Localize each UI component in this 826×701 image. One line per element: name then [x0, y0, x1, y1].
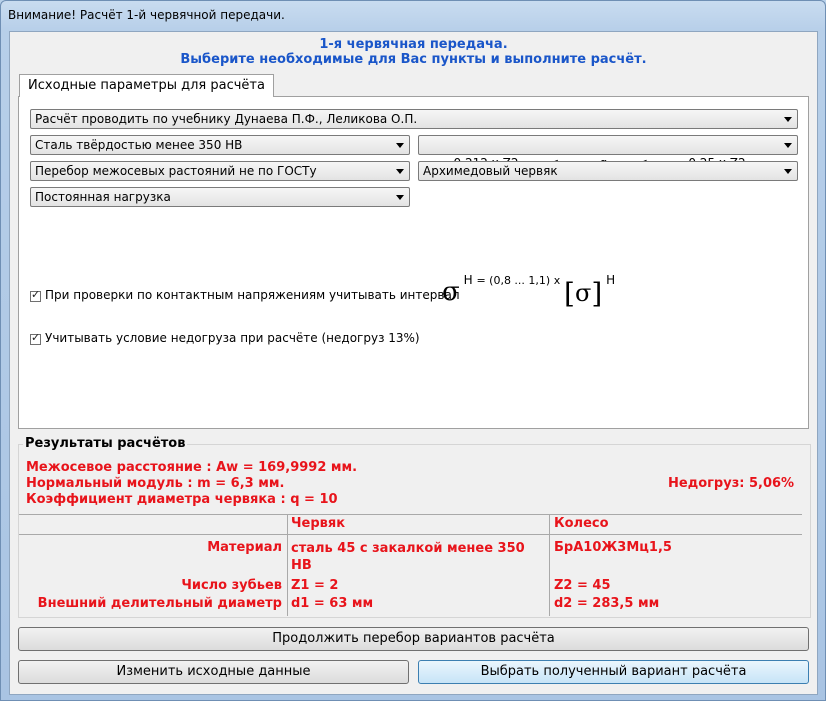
continue-search-button[interactable]: Продолжить перебор вариантов расчёта — [18, 627, 809, 651]
worm-material-value: сталь 45 с закалкой менее 350 НВ — [291, 541, 525, 573]
stress-formula: σ H = (0,8 ... 1,1) x [σ] H — [442, 273, 615, 310]
results-panel: Межосевое расстояние : Aw = 169,9992 мм.… — [18, 444, 811, 618]
header-instruction: Выберите необходимые для Вас пункты и вы… — [180, 52, 647, 67]
table-column-divider — [287, 514, 288, 616]
title-bar[interactable]: Внимание! Расчёт 1-й червячной передачи. — [1, 1, 825, 31]
worm-type-select[interactable]: Архимедовый червяк — [418, 161, 798, 181]
dialog-client-area: 1-я червячная передача. Выберите необход… — [9, 31, 818, 695]
tab-input-parameters[interactable]: Исходные параметры для расчёта — [19, 74, 274, 97]
center-distance-select-value: Перебор межосевых растояний не по ГОСТу — [35, 164, 317, 178]
formula-sigma: σ — [442, 277, 460, 307]
contact-stress-checkbox[interactable]: ✓ — [30, 288, 41, 302]
column-header-wheel: Колесо — [554, 516, 609, 531]
worm-teeth-value: Z1 = 2 — [291, 578, 339, 593]
chevron-down-icon — [396, 169, 404, 174]
center-distance-select[interactable]: Перебор межосевых растояний не по ГОСТу — [30, 161, 410, 181]
chevron-down-icon — [784, 143, 792, 148]
textbook-select[interactable]: Расчёт проводить по учебнику Дунаева П.Ф… — [30, 109, 798, 129]
steel-hardness-select-value: Сталь твёрдостью менее 350 НВ — [35, 138, 243, 152]
row-label-material: Материал — [207, 540, 282, 555]
load-type-select-value: Постоянная нагрузка — [35, 190, 171, 204]
wheel-material-value: БрА10Ж3Мц1,5 — [554, 540, 672, 555]
select-variant-button[interactable]: Выбрать полученный вариант расчёта — [418, 660, 809, 684]
contact-stress-label: При проверки по контактным напряжениям у… — [45, 288, 460, 302]
worm-type-select-value: Архимедовый червяк — [423, 164, 558, 178]
table-column-divider — [549, 514, 550, 616]
worm-diameter-value: d1 = 63 мм — [291, 596, 374, 611]
chevron-down-icon — [396, 195, 404, 200]
formula-bracket-sigma: σ — [574, 279, 592, 307]
normal-module-result: Нормальный модуль : m = 6,3 мм. — [26, 476, 285, 491]
q-range-select[interactable]: 0,212 x Z2 <= q <= 0,25 x Z2 — [418, 135, 798, 170]
check-icon: ✓ — [31, 288, 41, 301]
chevron-down-icon — [784, 117, 792, 122]
input-parameters-panel: Расчёт проводить по учебнику Дунаева П.Ф… — [18, 96, 809, 429]
table-divider — [19, 514, 802, 515]
chevron-down-icon — [396, 143, 404, 148]
chevron-down-icon — [784, 169, 792, 174]
formula-bracket-open: [ — [564, 277, 575, 310]
column-header-worm: Червяк — [291, 516, 346, 531]
results-title: Результаты расчётов — [23, 436, 188, 451]
underload-checkbox[interactable]: ✓ — [30, 331, 41, 345]
formula-bracket-close: ] — [591, 277, 603, 310]
center-distance-result: Межосевое расстояние : Aw = 169,9992 мм. — [26, 460, 358, 475]
formula-subscript-h: H — [463, 273, 473, 287]
wheel-teeth-value: Z2 = 45 — [554, 578, 611, 593]
formula-middle: = (0,8 ... 1,1) x — [476, 274, 561, 287]
row-label-teeth: Число зубьев — [181, 578, 282, 593]
header-title: 1-я червячная передача. — [319, 37, 508, 52]
table-divider — [19, 534, 802, 535]
diameter-coefficient-result: Коэффициент диаметра червяка : q = 10 — [26, 492, 338, 507]
underload-label: Учитывать условие недогруза при расчёте … — [45, 331, 420, 345]
textbook-select-value: Расчёт проводить по учебнику Дунаева П.Ф… — [35, 112, 418, 126]
dialog-window: Внимание! Расчёт 1-й червячной передачи.… — [0, 0, 826, 701]
row-label-diameter: Внешний делительный диаметр — [37, 596, 282, 611]
window-title: Внимание! Расчёт 1-й червячной передачи. — [8, 8, 285, 22]
load-type-select[interactable]: Постоянная нагрузка — [30, 187, 410, 207]
wheel-diameter-value: d2 = 283,5 мм — [554, 596, 660, 611]
check-icon: ✓ — [31, 331, 41, 344]
formula-subscript-h2: H — [606, 273, 616, 287]
steel-hardness-select[interactable]: Сталь твёрдостью менее 350 НВ — [30, 135, 410, 155]
change-input-button[interactable]: Изменить исходные данные — [18, 660, 409, 684]
underload-result: Недогруз: 5,06% — [668, 476, 795, 491]
